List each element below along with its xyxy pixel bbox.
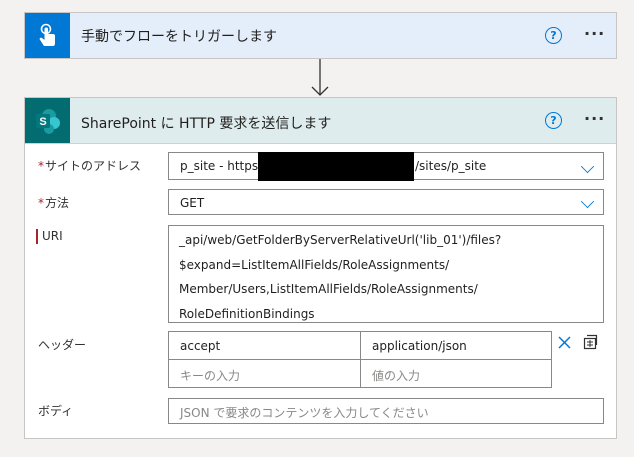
help-circle-icon[interactable]: ? [545,112,562,129]
uri-line: RoleDefinitionBindings [179,306,315,321]
action-header[interactable]: S SharePoint に HTTP 要求を送信します ? ··· [25,98,616,144]
method-label: *方法 [38,196,70,210]
required-marker: * [38,196,44,210]
header-key-value: accept [180,339,221,353]
more-horizontal-icon[interactable]: ··· [584,26,605,42]
sharepoint-icon: S [35,108,60,134]
header-key-placeholder: キーの入力 [180,369,241,383]
close-icon[interactable] [558,336,571,349]
more-horizontal-icon[interactable]: ··· [584,111,605,127]
uri-line: $expand=ListItemAllFields/RoleAssignment… [179,257,450,272]
body-input[interactable]: JSON で要求のコンテンツを入力してください [168,398,604,424]
chevron-down-icon[interactable] [580,159,595,174]
action-title: SharePoint に HTTP 要求を送信します [81,116,332,132]
connector-arrow-icon [311,59,329,96]
touch-hand-icon [39,23,55,46]
headers-label: ヘッダー [38,338,87,352]
site-address-dropdown[interactable]: p_site - https:// /sites/p_site [168,152,604,181]
uri-line: Member/Users,ListItemAllFields/RoleAssig… [179,282,478,296]
required-marker: * [38,159,44,173]
svg-text:S: S [39,116,46,128]
header-value-value: application/json [372,339,467,353]
trigger-header[interactable]: 手動でフローをトリガーします ? ··· [25,13,616,58]
help-circle-icon[interactable]: ? [545,27,562,44]
header-value-placeholder: 値の入力 [372,369,421,383]
header-value-input[interactable]: application/json [360,331,552,360]
uri-label: URI [42,229,63,243]
site-address-label: *サイトのアドレス [38,159,142,173]
body-label: ボディ [38,404,74,418]
method-value: GET [180,196,205,210]
site-address-suffix: /sites/p_site [415,159,487,173]
uri-line: _api/web/GetFolderByServerRelativeUrl('l… [179,233,502,247]
header-value-input-empty[interactable]: 値の入力 [360,359,552,388]
uri-input[interactable]: _api/web/GetFolderByServerRelativeUrl('l… [168,225,604,323]
switch-to-text-mode-icon[interactable] [583,334,598,350]
header-key-input-empty[interactable]: キーの入力 [168,359,361,388]
method-dropdown[interactable]: GET [168,189,604,215]
body-placeholder: JSON で要求のコンテンツを入力してください [180,406,429,420]
trigger-card[interactable]: 手動でフローをトリガーします ? ··· [24,12,617,59]
action-icon-tile: S [25,98,70,143]
site-address-prefix: p_site - https:// [180,159,271,173]
header-key-input[interactable]: accept [168,331,361,360]
chevron-down-icon[interactable] [580,194,595,209]
redacted-block [258,152,414,181]
trigger-icon-tile [25,13,70,58]
trigger-title: 手動でフローをトリガーします [81,29,277,45]
action-card[interactable]: S SharePoint に HTTP 要求を送信します ? ··· *サイトの… [24,97,617,439]
uri-required-bar [36,229,38,244]
